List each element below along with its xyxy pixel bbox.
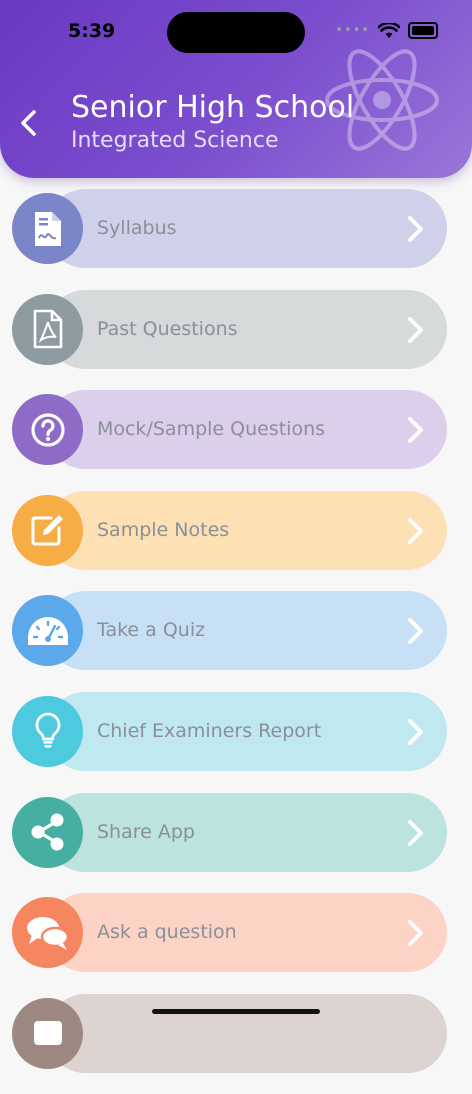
menu-item-label: Take a Quiz bbox=[97, 619, 206, 642]
status-icons: •••• bbox=[335, 22, 438, 39]
lightbulb-icon bbox=[35, 713, 60, 749]
menu-item-icon-circle bbox=[12, 394, 83, 466]
chevron-right-icon bbox=[408, 417, 423, 444]
question-circle-icon bbox=[30, 413, 65, 447]
menu-item-icon-circle bbox=[12, 193, 83, 264]
menu-item-past-questions[interactable]: Past Questions bbox=[0, 289, 472, 369]
menu-item-ask-question[interactable]: Ask a question bbox=[0, 893, 472, 973]
menu-item-icon-circle bbox=[12, 796, 83, 868]
menu-item-icon-circle bbox=[12, 897, 83, 969]
signal-icon: •••• bbox=[335, 23, 370, 38]
chevron-right-icon bbox=[408, 618, 423, 645]
menu-item-icon-circle bbox=[12, 997, 83, 1069]
battery-icon bbox=[408, 22, 438, 39]
share-icon bbox=[31, 813, 63, 851]
menu-item-icon-circle bbox=[12, 695, 83, 767]
speedometer-icon bbox=[27, 616, 68, 645]
chevron-right-icon bbox=[408, 718, 423, 745]
chevron-right-icon bbox=[408, 517, 423, 544]
chat-bubbles-icon bbox=[26, 916, 69, 950]
chevron-right-icon bbox=[408, 216, 423, 242]
menu-item-label: Past Questions bbox=[97, 317, 238, 340]
back-icon[interactable] bbox=[16, 106, 42, 140]
menu-item-label: Syllabus bbox=[97, 217, 177, 239]
chevron-right-icon bbox=[408, 316, 423, 343]
menu-item-icon-circle bbox=[12, 494, 83, 566]
menu-item-label: Share App bbox=[97, 820, 195, 843]
wifi-icon bbox=[378, 22, 400, 38]
menu-item-icon-circle bbox=[12, 595, 83, 667]
document-signature-icon bbox=[34, 211, 61, 246]
menu-list: Syllabus Past Questions Mock/Sample Ques… bbox=[0, 189, 472, 1094]
menu-item-label: Sample Notes bbox=[97, 518, 230, 541]
chevron-right-icon bbox=[408, 920, 423, 947]
edit-note-icon bbox=[31, 515, 63, 546]
menu-item-share-app[interactable]: Share App bbox=[0, 792, 472, 872]
menu-item-take-quiz[interactable]: Take a Quiz bbox=[0, 591, 472, 671]
page-subtitle: Integrated Science bbox=[71, 128, 279, 153]
dynamic-island bbox=[167, 12, 305, 53]
status-time: 5:39 bbox=[68, 20, 116, 42]
menu-item-icon-circle bbox=[12, 293, 83, 365]
pdf-file-icon bbox=[33, 309, 62, 349]
menu-item-label: Chief Examiners Report bbox=[97, 719, 322, 742]
app-header: 5:39 •••• Senior High School Integrated … bbox=[0, 0, 472, 178]
menu-item-label: Mock/Sample Questions bbox=[97, 418, 326, 441]
chevron-right-icon bbox=[408, 819, 423, 846]
menu-item-label: Ask a question bbox=[97, 921, 237, 944]
page-title: Senior High School bbox=[71, 90, 355, 125]
menu-item-partial[interactable] bbox=[0, 993, 472, 1073]
partial-item-icon bbox=[33, 1021, 62, 1046]
menu-item-mock-questions[interactable]: Mock/Sample Questions bbox=[0, 390, 472, 470]
menu-item-background bbox=[46, 993, 447, 1073]
menu-item-sample-notes[interactable]: Sample Notes bbox=[0, 490, 472, 570]
menu-item-syllabus[interactable]: Syllabus bbox=[0, 189, 472, 268]
home-indicator[interactable] bbox=[152, 1009, 320, 1014]
menu-item-chief-examiners-report[interactable]: Chief Examiners Report bbox=[0, 691, 472, 771]
